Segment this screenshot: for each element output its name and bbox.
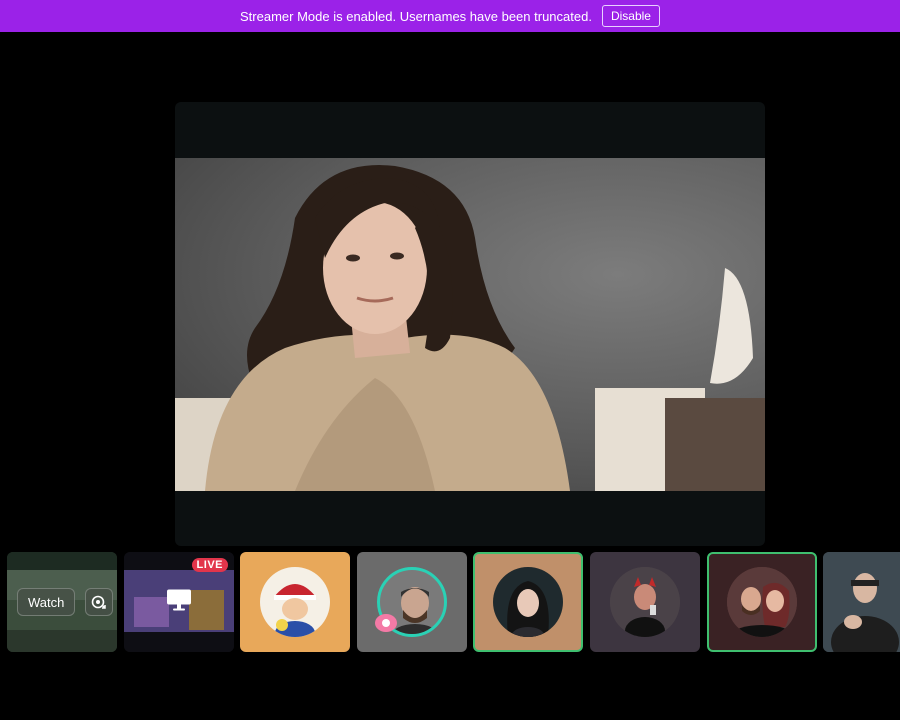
disable-streamer-mode-button[interactable]: Disable [601, 5, 660, 27]
stream-tile-watch[interactable]: Watch [7, 552, 117, 652]
pink-badge-icon [375, 614, 397, 632]
avatar [493, 567, 563, 637]
participant-tile-speaking[interactable] [707, 552, 817, 652]
live-stream-tile[interactable]: LIVE [124, 552, 234, 652]
watch-stream-button[interactable]: Watch [17, 588, 76, 616]
participant-tile[interactable] [240, 552, 350, 652]
main-video-stage[interactable] [175, 102, 765, 546]
avatar [260, 567, 330, 637]
live-badge: LIVE [191, 558, 228, 572]
person-video-illustration [175, 165, 765, 491]
participant-camera-tile[interactable] [823, 552, 900, 652]
streamer-mode-banner: Streamer Mode is enabled. Usernames have… [0, 0, 900, 32]
avatar [727, 567, 797, 637]
participant-tile[interactable] [590, 552, 700, 652]
participant-tile[interactable] [357, 552, 467, 652]
participant-strip: Watch LIVE [0, 552, 900, 652]
main-video-feed [175, 158, 765, 491]
picture-in-picture-icon[interactable] [85, 588, 113, 616]
participant-camera-feed [823, 552, 900, 652]
screen-share-icon [166, 588, 192, 617]
participant-tile-speaking[interactable] [473, 552, 583, 652]
avatar [610, 567, 680, 637]
streamer-mode-message: Streamer Mode is enabled. Usernames have… [240, 8, 592, 24]
